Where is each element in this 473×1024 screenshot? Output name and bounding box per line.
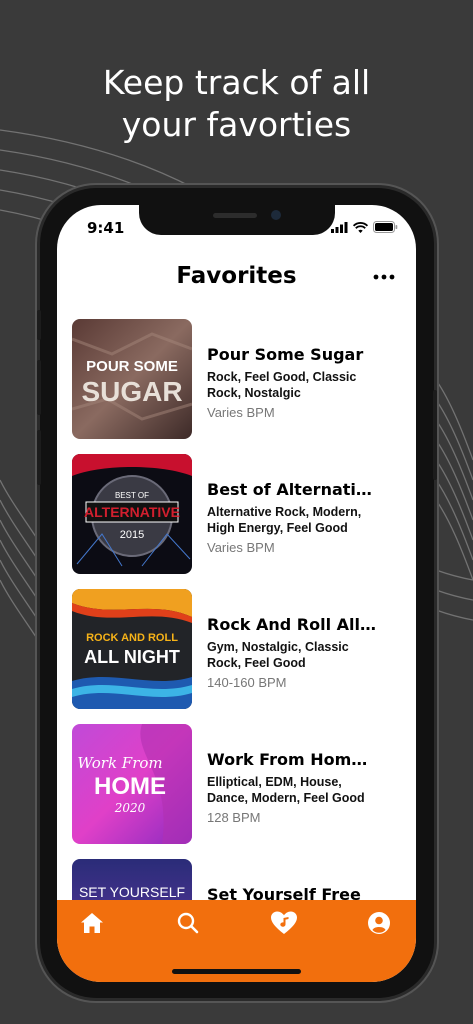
item-bpm: Varies BPM [207,405,275,420]
item-title: Rock And Roll All Ni… [207,615,377,634]
item-title: Best of Alternative… [207,480,377,499]
phone-power-button [433,390,437,480]
wifi-icon [353,221,368,233]
item-info: Rock And Roll All Ni… Gym, Nostalgic, Cl… [207,615,377,690]
phone-mute-switch [37,310,41,340]
item-title: Pour Some Sugar [207,345,364,364]
tab-favorites[interactable] [264,908,304,938]
item-tags: Gym, Nostalgic, Classic Rock, Feel Good [207,640,349,670]
album-art: BEST OF ALTERNATIVE 2015 [72,454,192,574]
list-item[interactable]: Work From HOME 2020 Work From Home 2… El… [72,724,402,844]
promo-headline: Keep track of all your favorties [0,62,473,146]
search-icon [177,912,199,934]
list-item[interactable]: POUR SOME SUGAR Pour Some Sugar Rock, Fe… [72,319,402,439]
home-icon [81,913,103,933]
phone-volume-down [37,430,41,485]
art-text-line2: SUGAR [81,376,182,407]
item-tags: Alternative Rock, Modern, High Energy, F… [207,505,362,535]
item-info: Best of Alternative… Alternative Rock, M… [207,480,377,555]
item-title: Work From Home 2… [207,750,377,769]
art-text-line1: SET YOURSELF [79,884,185,900]
heart-music-icon [271,911,297,934]
promo-headline-line2: your favorties [121,105,352,144]
list-item[interactable]: BEST OF ALTERNATIVE 2015 Best of Alterna… [72,454,402,574]
promo-headline-line1: Keep track of all [102,63,371,102]
tab-search[interactable] [168,908,208,938]
speaker-grille [213,213,257,218]
album-art: Work From HOME 2020 [72,724,192,844]
tab-profile[interactable] [359,908,399,938]
app-screen: 9:41 Favorites POUR SOME SUGAR Pour Some… [57,205,416,982]
item-tags: Rock, Feel Good, Classic Rock, Nostalgic [207,370,357,400]
item-bpm: Varies BPM [207,540,275,555]
status-icons [331,221,398,233]
album-art: ROCK AND ROLL ALL NIGHT [72,589,192,709]
art-text-line2: HOME [94,773,166,800]
item-info: Pour Some Sugar Rock, Feel Good, Classic… [207,345,377,420]
art-text-line1: BEST OF [115,491,149,500]
art-text-line1: ROCK AND ROLL [86,632,178,644]
tab-home[interactable] [72,908,112,938]
list-item[interactable]: ROCK AND ROLL ALL NIGHT Rock And Roll Al… [72,589,402,709]
art-text-line1: POUR SOME [86,358,178,375]
item-info: Work From Home 2… Elliptical, EDM, House… [207,750,377,825]
art-text-line2: ALTERNATIVE [84,504,180,520]
art-text-line3: 2020 [114,801,146,815]
profile-icon [368,912,390,934]
phone-volume-up [37,360,41,415]
album-art: POUR SOME SUGAR [72,319,192,439]
item-bpm: 140-160 BPM [207,675,287,690]
page-title: Favorites [176,263,297,289]
battery-icon [373,221,398,233]
art-text-line2: ALL NIGHT [84,647,180,667]
cellular-signal-icon [331,221,348,233]
art-text-line1: Work From [77,754,162,772]
status-time: 9:41 [87,219,125,237]
item-bpm: 128 BPM [207,810,261,825]
phone-notch [139,205,335,235]
front-camera [271,210,281,220]
more-options-icon[interactable] [372,269,396,285]
home-indicator [172,969,301,974]
item-tags: Elliptical, EDM, House, Dance, Modern, F… [207,775,365,805]
art-text-line3: 2015 [120,529,144,541]
